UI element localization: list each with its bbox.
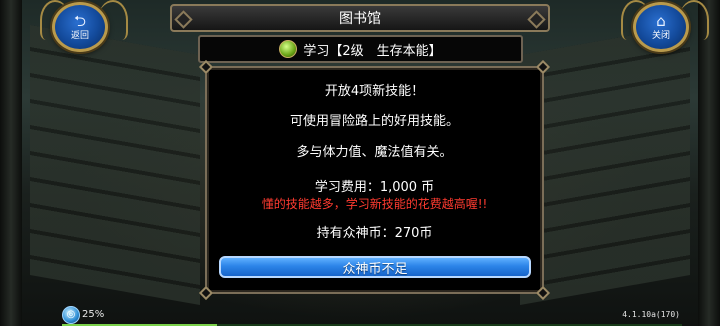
progress-percent: 25%: [82, 309, 105, 320]
pillar-right: [698, 0, 720, 326]
window-title-text: 图书馆: [339, 11, 381, 27]
insufficient-coins-button[interactable]: 众神币不足: [219, 256, 531, 278]
bookshelf-left: [30, 25, 200, 305]
window-title: 图书馆: [170, 4, 550, 32]
close-button[interactable]: ⌂ 关闭: [633, 2, 689, 52]
version-label: 4.1.10a(170): [622, 310, 680, 319]
coins-owned: 持有众神币：270币: [316, 226, 433, 241]
back-button[interactable]: ⮌ 返回: [52, 2, 108, 52]
description-line: 可使用冒险路上的好用技能。: [289, 114, 459, 129]
description-line: 多与体力值、魔法值有关。: [296, 145, 453, 160]
learning-cost: 学习费用：1,000 币: [314, 180, 435, 195]
back-button-label: 返回: [70, 31, 89, 41]
pillar-left: [0, 0, 22, 326]
skill-info-panel: 开放4项新技能！ 可使用冒险路上的好用技能。 多与体力值、魔法值有关。 学习费用…: [198, 59, 551, 301]
loading-orb-icon: ◎: [62, 306, 80, 324]
status-bar: ◎ 25% 4.1.10a(170): [0, 304, 720, 326]
cost-warning: 懂的技能越多，学习新技能的花费越高喔!!: [261, 197, 488, 211]
close-button-label: 关闭: [651, 31, 670, 41]
insufficient-coins-label: 众神币不足: [342, 261, 408, 277]
skill-header-text: 学习【2级 生存本能】: [303, 43, 442, 59]
description-line: 开放4项新技能！: [324, 84, 425, 99]
skill-header: 学习【2级 生存本能】: [198, 35, 523, 63]
return-arrow-icon: ⮌: [73, 12, 86, 30]
skill-gem-icon: [279, 40, 298, 58]
home-icon: ⌂: [656, 12, 666, 30]
